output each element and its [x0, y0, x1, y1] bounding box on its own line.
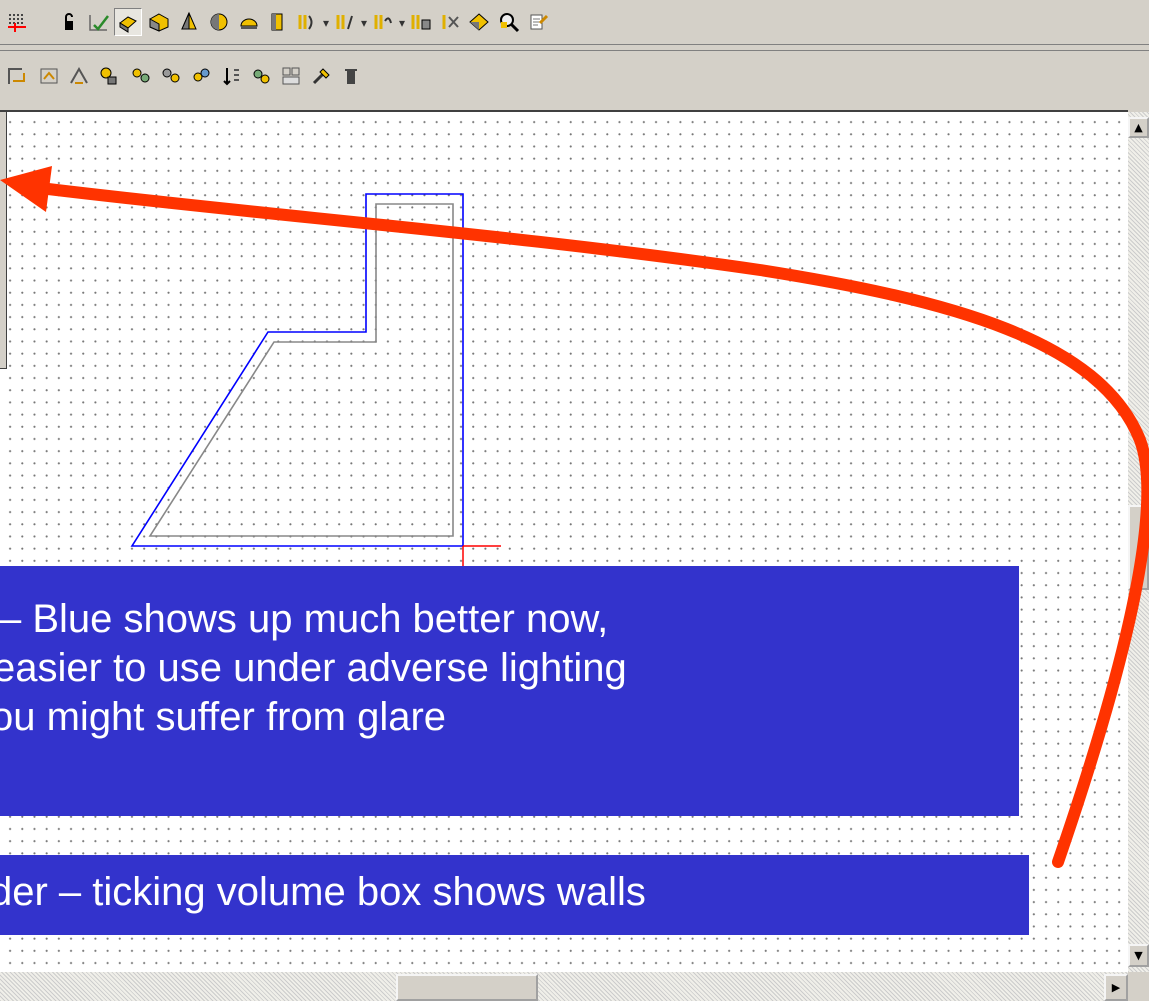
arrowhead-icon	[0, 166, 52, 212]
arrow-curve	[34, 182, 1149, 868]
annotation-arrow	[0, 166, 1149, 868]
